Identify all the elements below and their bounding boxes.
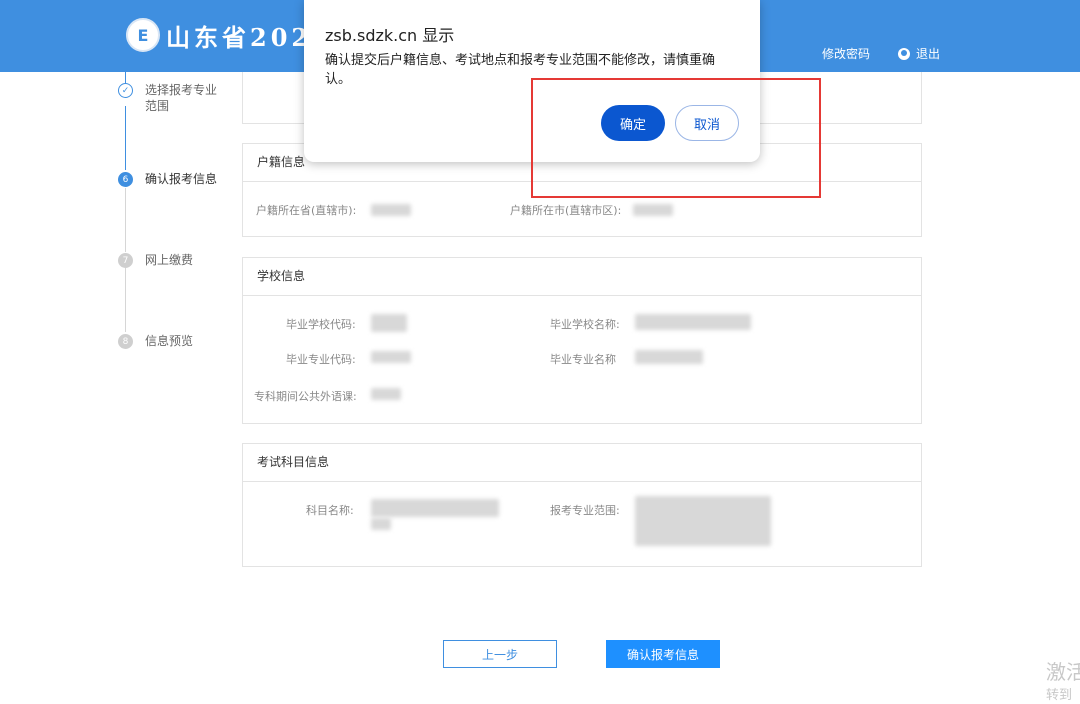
step-label: 选择报考专业范围	[145, 83, 218, 113]
activation-watermark: 激活	[1046, 660, 1080, 684]
redacted-value	[371, 314, 407, 332]
exam-subject-card: 考试科目信息 科目名称: 报考专业范围:	[242, 443, 922, 567]
logout-link[interactable]: 退出	[898, 45, 940, 62]
user-icon	[898, 47, 910, 60]
school-name-label: 毕业学校名称:	[550, 318, 620, 331]
confirm-info-button[interactable]: 确认报考信息	[606, 640, 720, 668]
step-connector	[125, 268, 126, 332]
previous-step-button[interactable]: 上一步	[443, 640, 557, 668]
logout-label: 退出	[916, 47, 941, 61]
step-number: 8	[118, 334, 133, 349]
step-number: 6	[118, 172, 133, 187]
subject-name-label: 科目名称:	[306, 504, 354, 517]
dialog-title: zsb.sdzk.cn 显示	[325, 26, 455, 45]
step-payment: 7 网上缴费	[118, 252, 217, 268]
step-connector	[125, 106, 126, 170]
redacted-value	[635, 496, 771, 546]
province-label: 户籍所在省(直辖市):	[256, 204, 357, 217]
scope-label: 报考专业范围:	[550, 504, 620, 517]
redacted-value	[371, 388, 401, 400]
step-select-major: ✓ 选择报考专业范围	[118, 82, 217, 114]
redacted-value	[635, 350, 703, 364]
redacted-value	[633, 204, 673, 216]
redacted-value	[371, 518, 391, 530]
step-preview: 8 信息预览	[118, 333, 217, 349]
school-info-card: 学校信息 毕业学校代码: 毕业学校名称: 毕业专业代码: 毕业专业名称 专科期间…	[242, 257, 922, 424]
redacted-value	[371, 499, 499, 517]
step-connector	[125, 188, 126, 252]
major-code-label: 毕业专业代码:	[286, 353, 356, 366]
redacted-value	[371, 204, 411, 216]
step-label: 信息预览	[145, 334, 194, 348]
step-number: 7	[118, 253, 133, 268]
card-title: 考试科目信息	[243, 444, 921, 482]
logo-letter: E	[137, 25, 149, 45]
step-label: 网上缴费	[145, 253, 194, 267]
highlight-box	[531, 78, 821, 198]
foreign-language-label: 专科期间公共外语课:	[254, 390, 357, 403]
school-code-label: 毕业学校代码:	[286, 318, 356, 331]
card-title: 学校信息	[243, 258, 921, 296]
check-icon: ✓	[118, 83, 133, 98]
step-label: 确认报考信息	[145, 172, 218, 186]
step-confirm-info: 6 确认报考信息	[118, 171, 217, 187]
activation-watermark-sub: 转到	[1046, 688, 1073, 703]
city-label: 户籍所在市(直辖市区):	[510, 204, 622, 217]
major-name-label: 毕业专业名称	[550, 353, 616, 366]
redacted-value	[635, 314, 751, 330]
logo: E	[126, 18, 160, 52]
change-password-link[interactable]: 修改密码	[822, 45, 870, 62]
redacted-value	[371, 351, 411, 363]
